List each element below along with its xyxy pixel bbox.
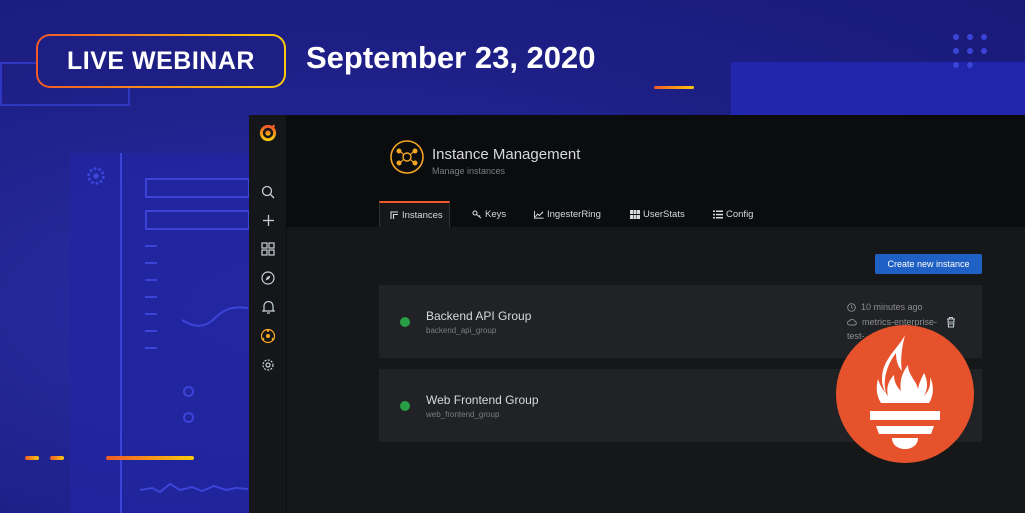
instance-slug: web_frontend_group bbox=[426, 410, 500, 419]
decor-dash-1 bbox=[25, 456, 39, 460]
status-indicator bbox=[400, 317, 410, 327]
decor-field-1 bbox=[145, 178, 250, 198]
instance-updated: 10 minutes ago bbox=[847, 302, 923, 312]
decor-wave bbox=[181, 306, 249, 327]
plus-icon[interactable] bbox=[258, 210, 278, 230]
status-indicator bbox=[400, 401, 410, 411]
decor-sparkline bbox=[140, 482, 248, 494]
grid-icon bbox=[630, 209, 640, 219]
live-webinar-badge: LIVE WEBINAR bbox=[36, 34, 286, 88]
prometheus-logo-icon bbox=[836, 325, 974, 463]
instance-name[interactable]: Backend API Group bbox=[426, 309, 531, 323]
gear-icon[interactable] bbox=[258, 355, 278, 375]
graph-icon bbox=[534, 209, 544, 219]
decor-dash-top bbox=[654, 86, 694, 89]
decor-radio-1 bbox=[183, 386, 194, 397]
decor-dash-2 bbox=[50, 456, 64, 460]
decor-dash-3 bbox=[106, 456, 194, 460]
decor-rule-7 bbox=[145, 347, 157, 349]
decor-rule-6 bbox=[145, 330, 157, 332]
explore-compass-icon[interactable] bbox=[258, 268, 278, 288]
webinar-date: September 23, 2020 bbox=[306, 40, 596, 75]
instances-icon bbox=[390, 210, 399, 220]
plugin-enterprise-icon[interactable] bbox=[258, 326, 278, 346]
instance-updated-text: 10 minutes ago bbox=[861, 302, 923, 312]
grafana-logo-icon[interactable] bbox=[258, 123, 278, 143]
tab-keys-label: Keys bbox=[485, 208, 507, 220]
decor-field-2 bbox=[145, 210, 250, 230]
page-title: Instance Management bbox=[432, 146, 581, 163]
decor-grafana-logo bbox=[87, 167, 105, 185]
tab-ingesterring-label: IngesterRing bbox=[547, 208, 601, 220]
decor-dot-grid bbox=[950, 34, 990, 70]
tab-userstats[interactable]: UserStats bbox=[620, 201, 695, 227]
decor-radio-2 bbox=[183, 412, 194, 423]
tab-config[interactable]: Config bbox=[703, 201, 763, 227]
list-icon bbox=[713, 209, 723, 219]
live-webinar-label: LIVE WEBINAR bbox=[38, 36, 284, 86]
decor-rule-3 bbox=[145, 279, 157, 281]
create-new-instance-button[interactable]: Create new instance bbox=[875, 254, 982, 274]
instance-management-logo-icon bbox=[390, 140, 424, 174]
decor-rule-4 bbox=[145, 296, 157, 298]
tab-instances[interactable]: Instances bbox=[379, 201, 450, 227]
dashboards-icon[interactable] bbox=[258, 239, 278, 259]
tab-keys[interactable]: Keys bbox=[462, 201, 516, 227]
search-icon[interactable] bbox=[258, 182, 278, 202]
page-subtitle: Manage instances bbox=[432, 166, 506, 176]
bell-alerting-icon[interactable] bbox=[258, 297, 278, 317]
key-icon bbox=[472, 209, 482, 219]
clock-icon bbox=[847, 302, 856, 312]
instance-slug: backend_api_group bbox=[426, 326, 497, 335]
side-menu bbox=[249, 115, 287, 513]
decor-rule-1 bbox=[145, 245, 157, 247]
tab-config-label: Config bbox=[726, 208, 754, 220]
tab-instances-label: Instances bbox=[402, 209, 443, 221]
decor-rule-5 bbox=[145, 313, 157, 315]
tab-ingesterring[interactable]: IngesterRing bbox=[524, 201, 611, 227]
instance-name[interactable]: Web Frontend Group bbox=[426, 393, 539, 407]
tab-userstats-label: UserStats bbox=[643, 208, 685, 220]
page-header: Instance Management Manage instances Ins… bbox=[287, 115, 1025, 227]
decor-rule-2 bbox=[145, 262, 157, 264]
